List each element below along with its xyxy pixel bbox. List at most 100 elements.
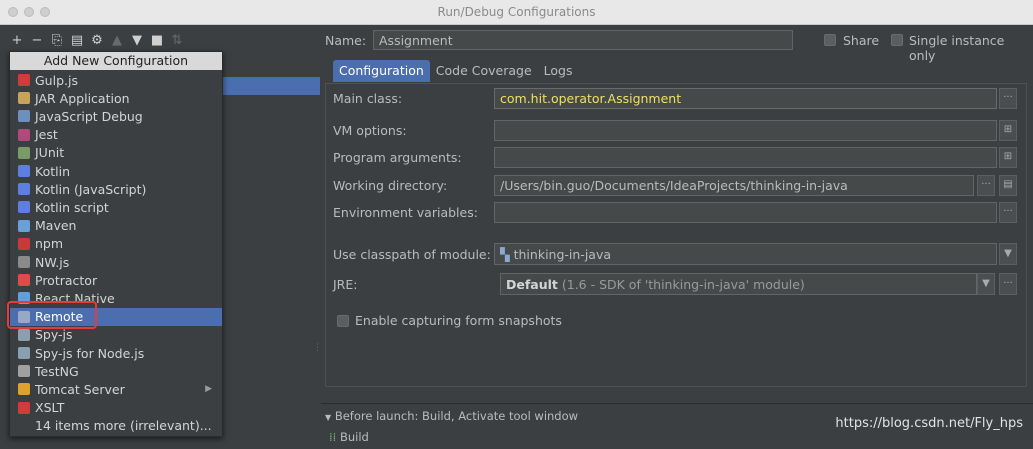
- main-class-label: Main class:: [333, 91, 403, 106]
- config-type-item-jar-application[interactable]: JAR Application: [10, 89, 222, 107]
- module-folder-icon: ▚: [500, 247, 510, 262]
- name-input[interactable]: Assignment: [373, 30, 793, 50]
- program-arguments-input[interactable]: [494, 147, 997, 168]
- config-type-label: Kotlin script: [35, 199, 109, 215]
- config-type-icon: [18, 146, 30, 159]
- config-type-icon: [18, 365, 30, 378]
- config-type-label: NW.js: [35, 254, 70, 270]
- config-type-item-tomcat-server[interactable]: Tomcat Server ▶: [10, 380, 222, 398]
- tab-configuration[interactable]: Configuration: [333, 60, 430, 82]
- classpath-module-select[interactable]: ▚ thinking-in-java: [494, 243, 997, 265]
- selected-tree-row[interactable]: [221, 77, 320, 95]
- working-directory-label: Working directory:: [333, 178, 448, 193]
- single-instance-checkbox[interactable]: [891, 34, 903, 46]
- jre-dropdown-chevron-icon[interactable]: ▼: [977, 273, 995, 295]
- config-type-item-14-items-more-irrelevant[interactable]: 14 items more (irrelevant)...: [10, 417, 222, 435]
- remove-icon[interactable]: −: [30, 33, 44, 48]
- popup-header: Add New Configuration: [10, 52, 222, 70]
- config-type-item-maven[interactable]: Maven: [10, 217, 222, 235]
- highlight-annotation-box: [7, 301, 97, 329]
- config-type-item-gulp-js[interactable]: Gulp.js: [10, 71, 222, 89]
- environment-variables-input[interactable]: [494, 202, 997, 223]
- working-directory-input[interactable]: /Users/bin.guo/Documents/IdeaProjects/th…: [494, 175, 974, 196]
- config-type-item-protractor[interactable]: Protractor: [10, 271, 222, 289]
- expand-vm-options-icon[interactable]: ⊞: [999, 120, 1017, 141]
- browse-jre-button[interactable]: ···: [999, 273, 1017, 295]
- wrench-icon[interactable]: ⚙: [90, 33, 104, 48]
- window-title: Run/Debug Configurations: [437, 5, 596, 19]
- config-type-label: Spy-js: [35, 327, 73, 343]
- config-type-label: XSLT: [35, 400, 65, 416]
- config-type-icon: [18, 74, 30, 86]
- vm-options-label: VM options:: [333, 123, 407, 138]
- vm-options-input[interactable]: [494, 120, 997, 141]
- config-type-label: TestNG: [35, 363, 79, 379]
- config-type-icon: [18, 110, 30, 123]
- config-type-item-javascript-debug[interactable]: JavaScript Debug: [10, 107, 222, 125]
- insert-macro-icon[interactable]: ▤: [999, 175, 1017, 196]
- config-type-icon: [18, 201, 30, 214]
- config-type-icon: [18, 92, 30, 105]
- name-label: Name:: [325, 33, 367, 48]
- config-type-label: Kotlin (JavaScript): [35, 181, 147, 197]
- tab-logs[interactable]: Logs: [538, 60, 579, 82]
- config-type-item-spy-js-for-node-js[interactable]: Spy-js for Node.js: [10, 344, 222, 362]
- config-type-item-kotlin-script[interactable]: Kotlin script: [10, 198, 222, 216]
- copy-icon[interactable]: ⎘: [50, 33, 64, 48]
- config-type-item-xslt[interactable]: XSLT: [10, 399, 222, 417]
- jre-select[interactable]: Default (1.6 - SDK of 'thinking-in-java'…: [500, 273, 977, 295]
- config-type-icon: [18, 128, 30, 141]
- config-type-label: Kotlin: [35, 163, 70, 179]
- tab-code-coverage[interactable]: Code Coverage: [430, 60, 538, 82]
- build-label: Build: [339, 430, 369, 444]
- section-divider: [321, 403, 1033, 404]
- expand-program-arguments-icon[interactable]: ⊞: [999, 147, 1017, 168]
- config-type-item-jest[interactable]: Jest: [10, 126, 222, 144]
- config-type-item-npm[interactable]: npm: [10, 235, 222, 253]
- window-titlebar: Run/Debug Configurations: [0, 0, 1033, 25]
- config-type-item-testng[interactable]: TestNG: [10, 362, 222, 380]
- watermark-text: https://blog.csdn.net/Fly_hps: [835, 416, 1023, 431]
- jre-value-default: Default: [506, 277, 558, 292]
- config-type-icon: [18, 219, 30, 232]
- save-icon[interactable]: ▤: [70, 33, 84, 48]
- config-type-icon: [18, 165, 30, 177]
- config-type-item-kotlin-javascript[interactable]: Kotlin (JavaScript): [10, 180, 222, 198]
- config-tabs: Configuration Code Coverage Logs: [333, 60, 579, 82]
- config-type-icon: [18, 237, 30, 250]
- classpath-module-label: Use classpath of module:: [333, 247, 491, 262]
- build-task-item[interactable]: ⁞⁞ Build: [329, 430, 369, 444]
- config-type-item-nw-js[interactable]: NW.js: [10, 253, 222, 271]
- config-type-label: JAR Application: [35, 90, 130, 106]
- add-new-configuration-popup: Add New Configuration Gulp.js JAR Applica…: [9, 51, 223, 437]
- classpath-module-value: thinking-in-java: [513, 247, 612, 262]
- config-type-icon: [18, 183, 30, 196]
- folder-icon[interactable]: ■: [150, 33, 164, 48]
- config-type-label: npm: [35, 236, 64, 252]
- move-down-icon[interactable]: ▼: [130, 33, 144, 48]
- config-type-item-junit[interactable]: JUnit: [10, 144, 222, 162]
- edit-environment-variables-button[interactable]: ···: [999, 202, 1017, 223]
- sidebar-toolbar: + − ⎘ ▤ ⚙ ▲ ▼ ■ ⇅: [10, 31, 184, 49]
- config-type-label: 14 items more (irrelevant)...: [35, 418, 212, 434]
- sort-icon[interactable]: ⇅: [170, 33, 184, 48]
- jre-label: JRE:: [333, 277, 358, 292]
- config-type-item-kotlin[interactable]: Kotlin: [10, 162, 222, 180]
- enable-snapshots-checkbox[interactable]: [337, 315, 349, 327]
- share-checkbox[interactable]: [824, 34, 836, 46]
- main-class-input[interactable]: com.hit.operator.Assignment: [494, 88, 997, 109]
- config-type-label: Jest: [35, 127, 58, 143]
- browse-main-class-button[interactable]: ···: [999, 88, 1017, 109]
- add-icon[interactable]: +: [10, 33, 24, 48]
- move-up-icon[interactable]: ▲: [110, 33, 124, 48]
- share-label: Share: [843, 33, 880, 48]
- config-type-label: Gulp.js: [35, 72, 78, 88]
- config-type-icon: [18, 274, 30, 287]
- chevron-down-icon[interactable]: ▼: [999, 243, 1017, 265]
- before-launch-toggle[interactable]: ▼ Before launch: Build, Activate tool wi…: [325, 409, 578, 423]
- browse-directory-button[interactable]: ···: [977, 175, 995, 196]
- environment-variables-label: Environment variables:: [333, 205, 478, 220]
- build-icon: ⁞⁞: [329, 430, 337, 444]
- submenu-arrow-icon: ▶: [205, 384, 212, 395]
- config-type-label: Maven: [35, 218, 77, 234]
